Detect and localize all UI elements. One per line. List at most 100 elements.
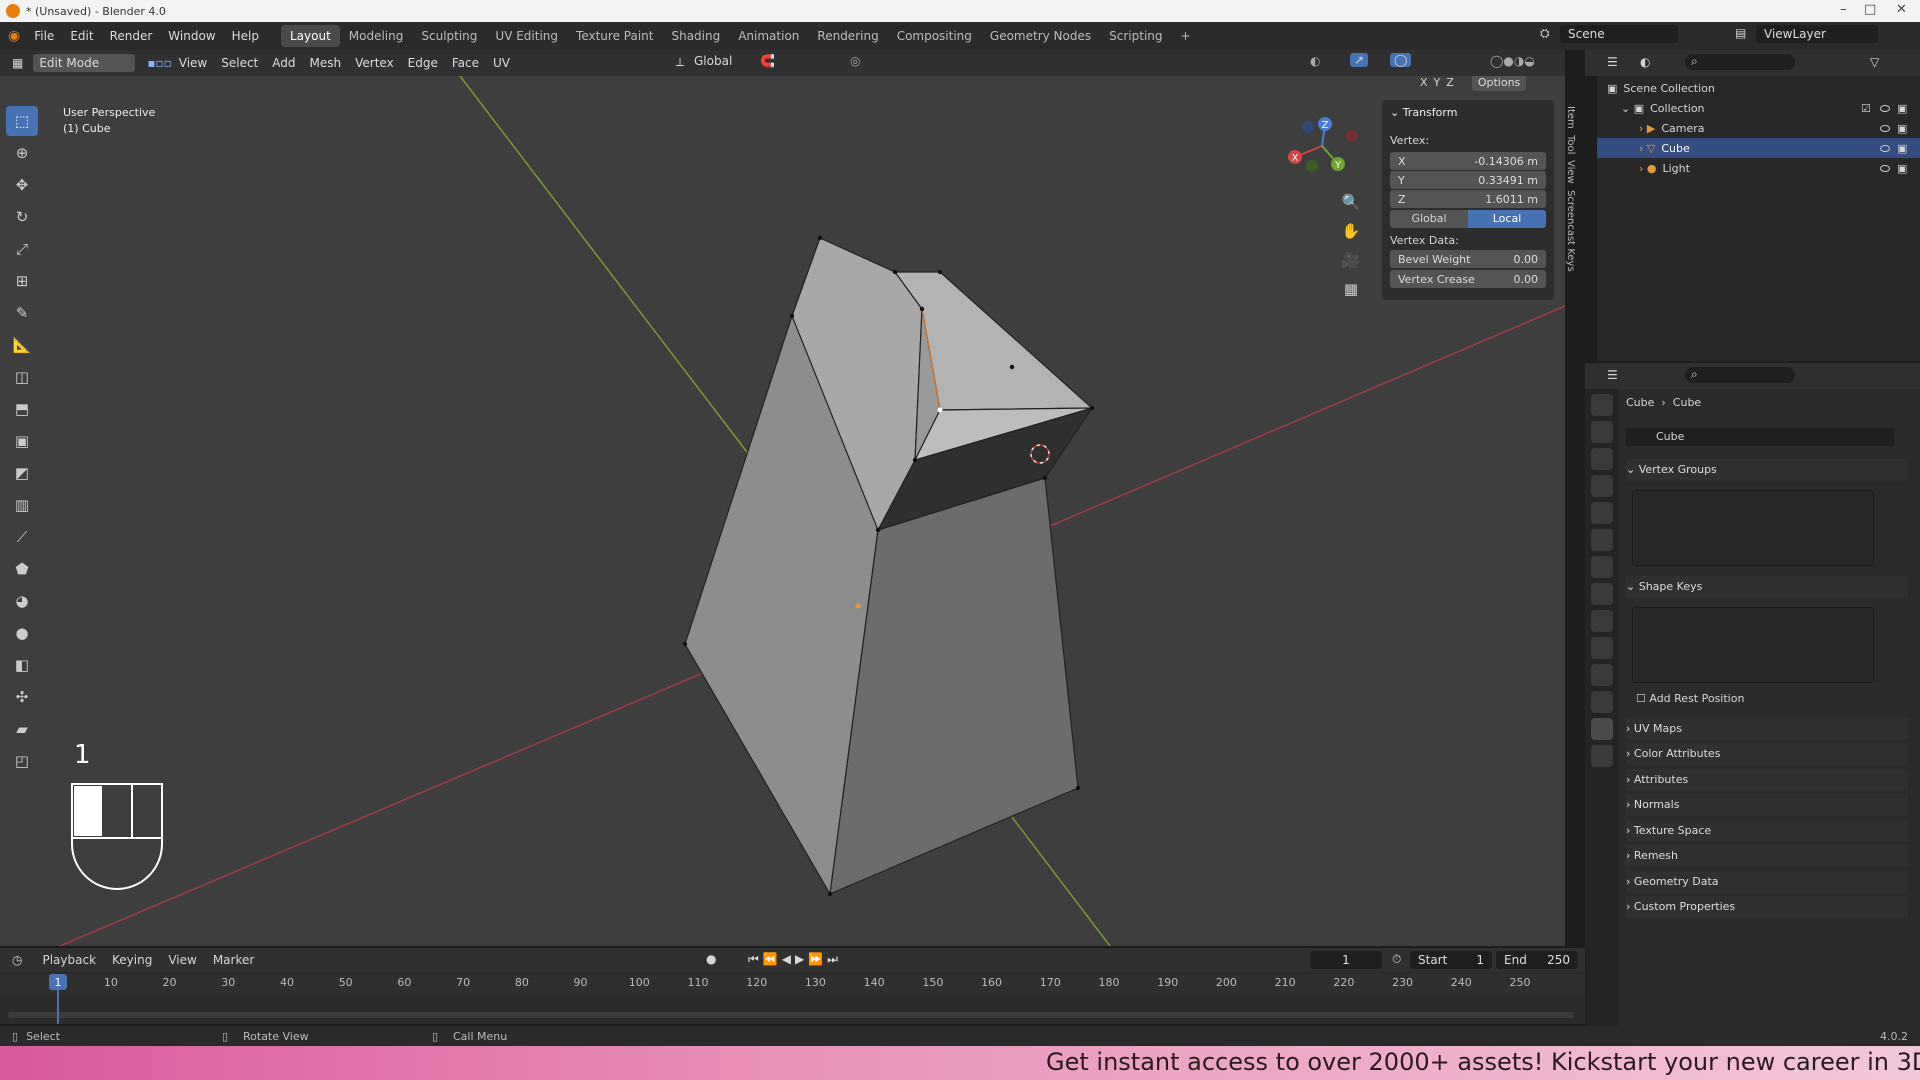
maximize-icon[interactable]: □	[1864, 2, 1876, 17]
editor-type-icon[interactable]: ▦	[12, 56, 23, 70]
eye-icon[interactable]	[1880, 124, 1890, 132]
pan-hand-icon[interactable]: ✋	[1338, 217, 1364, 246]
uv-maps-panel[interactable]: › UV Maps	[1626, 718, 1908, 740]
normals-panel[interactable]: › Normals	[1626, 794, 1908, 816]
menu-timeline-view[interactable]: View	[168, 953, 196, 967]
vertex-groups-list[interactable]	[1632, 490, 1874, 566]
eye-icon[interactable]	[1880, 164, 1890, 172]
tab-rendering[interactable]: Rendering	[808, 25, 887, 47]
proportional-icon[interactable]: ◎	[850, 54, 860, 68]
mode-dropdown[interactable]: Edit Mode	[33, 54, 136, 72]
knife-tool-icon[interactable]: ⟋	[6, 522, 38, 552]
select-mode-icons[interactable]: ▪▫▫	[147, 56, 171, 70]
poly-build-tool-icon[interactable]: ⬟	[6, 554, 38, 584]
filter-icon[interactable]: ▽	[1870, 55, 1879, 69]
tab-modeling[interactable]: Modeling	[340, 25, 413, 47]
tab-screencast-keys[interactable]: Screencast Keys	[1565, 190, 1576, 272]
edge-slide-tool-icon[interactable]: ◧	[6, 650, 38, 680]
properties-search[interactable]: ⌕	[1685, 367, 1795, 383]
playback-controls[interactable]: ⏮⏪◀▶⏩⏭	[748, 952, 842, 967]
overlay-toggle-icon[interactable]: ◯	[1390, 53, 1412, 67]
outliner-type-icon[interactable]: ☰	[1607, 55, 1618, 69]
physics-tab-icon[interactable]	[1591, 664, 1613, 686]
camera-render-icon[interactable]: ▣	[1897, 122, 1907, 135]
tab-compositing[interactable]: Compositing	[888, 25, 981, 47]
tab-item[interactable]: Item	[1565, 106, 1576, 129]
menu-window[interactable]: Window	[168, 29, 215, 43]
menu-add[interactable]: Add	[272, 56, 295, 70]
transform-tool-icon[interactable]: ⊞	[6, 266, 38, 296]
outliner-collection[interactable]: ⌄ ▣ Collection ☑ ▣	[1597, 98, 1920, 118]
menu-face[interactable]: Face	[452, 56, 479, 70]
color-attributes-panel[interactable]: › Color Attributes	[1626, 743, 1908, 765]
tab-uv-editing[interactable]: UV Editing	[486, 25, 567, 47]
remesh-panel[interactable]: › Remesh	[1626, 845, 1908, 867]
outliner-search[interactable]: ⌕	[1685, 54, 1795, 70]
shape-keys-list[interactable]	[1632, 607, 1874, 683]
select-box-tool-icon[interactable]: ⬚	[6, 106, 38, 136]
attributes-panel[interactable]: › Attributes	[1626, 769, 1908, 791]
zoom-icon[interactable]: 🔍	[1338, 188, 1364, 217]
move-tool-icon[interactable]: ✥	[6, 170, 38, 200]
menu-file[interactable]: File	[34, 29, 54, 43]
vertex-groups-panel[interactable]: ⌄ Vertex Groups	[1626, 459, 1908, 481]
axis-z-toggle[interactable]: Z	[1446, 76, 1454, 89]
vertex-z-field[interactable]: Z 1.6011 m	[1390, 190, 1546, 208]
menu-playback[interactable]: Playback	[42, 953, 96, 967]
render-tab-icon[interactable]	[1591, 421, 1613, 443]
grid-view-icon[interactable]: ▦	[1338, 275, 1364, 304]
display-mode-icon[interactable]: ◐	[1640, 55, 1650, 69]
shape-keys-panel[interactable]: ⌄ Shape Keys	[1626, 576, 1908, 598]
menu-edit[interactable]: Edit	[70, 29, 93, 43]
local-button[interactable]: Local	[1468, 210, 1546, 228]
tab-texture-paint[interactable]: Texture Paint	[567, 25, 662, 47]
start-frame-field[interactable]: Start 1	[1410, 951, 1492, 969]
scene-icon[interactable]: ⛭	[1540, 26, 1550, 41]
geometry-data-panel[interactable]: › Geometry Data	[1626, 871, 1908, 893]
eye-icon[interactable]	[1880, 104, 1890, 112]
tab-tool[interactable]: Tool	[1565, 135, 1576, 154]
outliner-item-light[interactable]: › ● Light ▣	[1597, 158, 1920, 178]
modifier-tab-icon[interactable]	[1591, 610, 1613, 632]
shrink-fatten-tool-icon[interactable]: ✣	[6, 682, 38, 712]
shading-modes-icon[interactable]: ◯●◑◒	[1490, 54, 1535, 68]
orientation-dropdown[interactable]: Global	[694, 54, 732, 68]
menu-marker[interactable]: Marker	[213, 953, 254, 967]
bevel-tool-icon[interactable]: ◩	[6, 458, 38, 488]
clock-icon[interactable]: ⏱	[1392, 952, 1401, 967]
camera-view-icon[interactable]: 🎥	[1338, 246, 1364, 275]
vertex-crease-field[interactable]: Vertex Crease 0.00	[1390, 270, 1546, 288]
gizmo-toggle-icon[interactable]: ↗	[1350, 53, 1369, 67]
axis-y-toggle[interactable]: Y	[1434, 76, 1441, 89]
axis-x-toggle[interactable]: X	[1420, 76, 1428, 89]
add-rest-position-checkbox[interactable]: ☐ Add Rest Position	[1636, 692, 1744, 705]
menu-vertex[interactable]: Vertex	[355, 56, 394, 70]
scale-tool-icon[interactable]: ⤢	[6, 234, 38, 264]
bevel-weight-field[interactable]: Bevel Weight 0.00	[1390, 250, 1546, 268]
menu-view[interactable]: View	[179, 56, 207, 70]
eye-icon[interactable]	[1880, 144, 1890, 152]
object-tab-icon[interactable]	[1591, 583, 1613, 605]
vertex-x-field[interactable]: X -0.14306 m	[1390, 152, 1546, 170]
menu-help[interactable]: Help	[232, 29, 259, 43]
vertex-y-field[interactable]: Y 0.33491 m	[1390, 171, 1546, 189]
minimize-icon[interactable]: –	[1840, 2, 1847, 17]
tab-geometry-nodes[interactable]: Geometry Nodes	[981, 25, 1100, 47]
timeline-editor-icon[interactable]: ◷	[12, 953, 22, 967]
view-layer-icon[interactable]: ▤	[1735, 26, 1746, 40]
snap-icon[interactable]: 🧲	[760, 54, 775, 68]
outliner-scene-collection[interactable]: ▣ Scene Collection	[1597, 78, 1920, 98]
tab-layout[interactable]: Layout	[280, 25, 340, 47]
camera-render-icon[interactable]: ▣	[1897, 162, 1907, 175]
properties-type-icon[interactable]: ☰	[1607, 368, 1618, 382]
annotate-tool-icon[interactable]: ✎	[6, 298, 38, 328]
add-workspace-icon[interactable]: +	[1172, 25, 1200, 47]
material-tab-icon[interactable]	[1591, 745, 1613, 767]
view-layer-tab-icon[interactable]	[1591, 475, 1613, 497]
end-frame-field[interactable]: End 250	[1496, 951, 1578, 969]
particles-tab-icon[interactable]	[1591, 637, 1613, 659]
loop-cut-tool-icon[interactable]: ▥	[6, 490, 38, 520]
mesh-name-field[interactable]: Cube	[1626, 428, 1894, 446]
tab-scripting[interactable]: Scripting	[1100, 25, 1171, 47]
custom-properties-panel[interactable]: › Custom Properties	[1626, 896, 1908, 918]
